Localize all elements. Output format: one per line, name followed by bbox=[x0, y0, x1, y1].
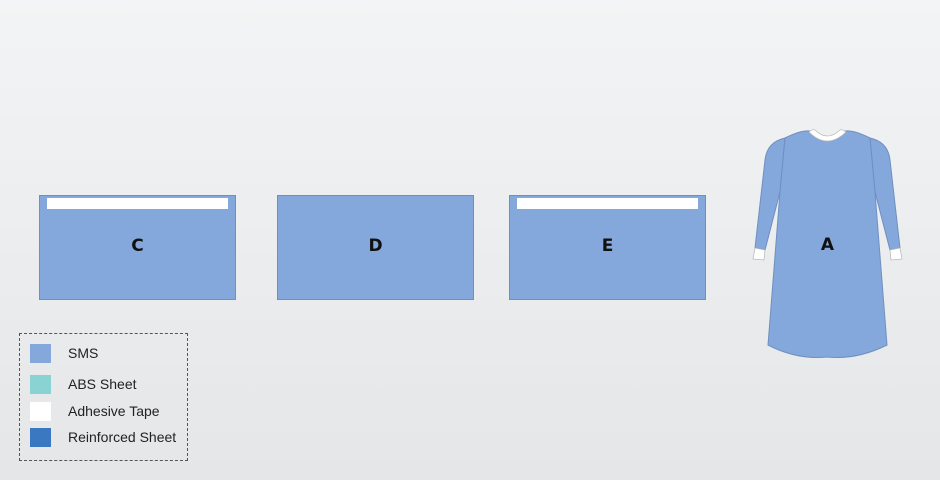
drape-label-e: E bbox=[601, 236, 614, 256]
legend-label: Reinforced Sheet bbox=[68, 429, 177, 445]
drape-label-d: D bbox=[368, 236, 383, 256]
drape-e: E bbox=[509, 195, 706, 300]
drape-c: C bbox=[39, 195, 236, 300]
legend-swatch-adhesive-tape bbox=[30, 402, 51, 421]
legend-label: Adhesive Tape bbox=[68, 403, 160, 419]
legend: SMS ABS Sheet Adhesive Tape Reinforced S… bbox=[19, 333, 188, 461]
legend-swatch-abs-sheet bbox=[30, 375, 51, 394]
gown-label-a: A bbox=[820, 235, 835, 255]
drape-label-c: C bbox=[131, 236, 144, 256]
drape-d: D bbox=[277, 195, 474, 300]
legend-label: SMS bbox=[68, 345, 99, 361]
adhesive-tape-strip bbox=[47, 198, 228, 209]
adhesive-tape-strip bbox=[517, 198, 698, 209]
legend-swatch-reinforced-sheet bbox=[30, 428, 51, 447]
legend-label: ABS Sheet bbox=[68, 376, 137, 392]
legend-swatch-sms bbox=[30, 344, 51, 363]
